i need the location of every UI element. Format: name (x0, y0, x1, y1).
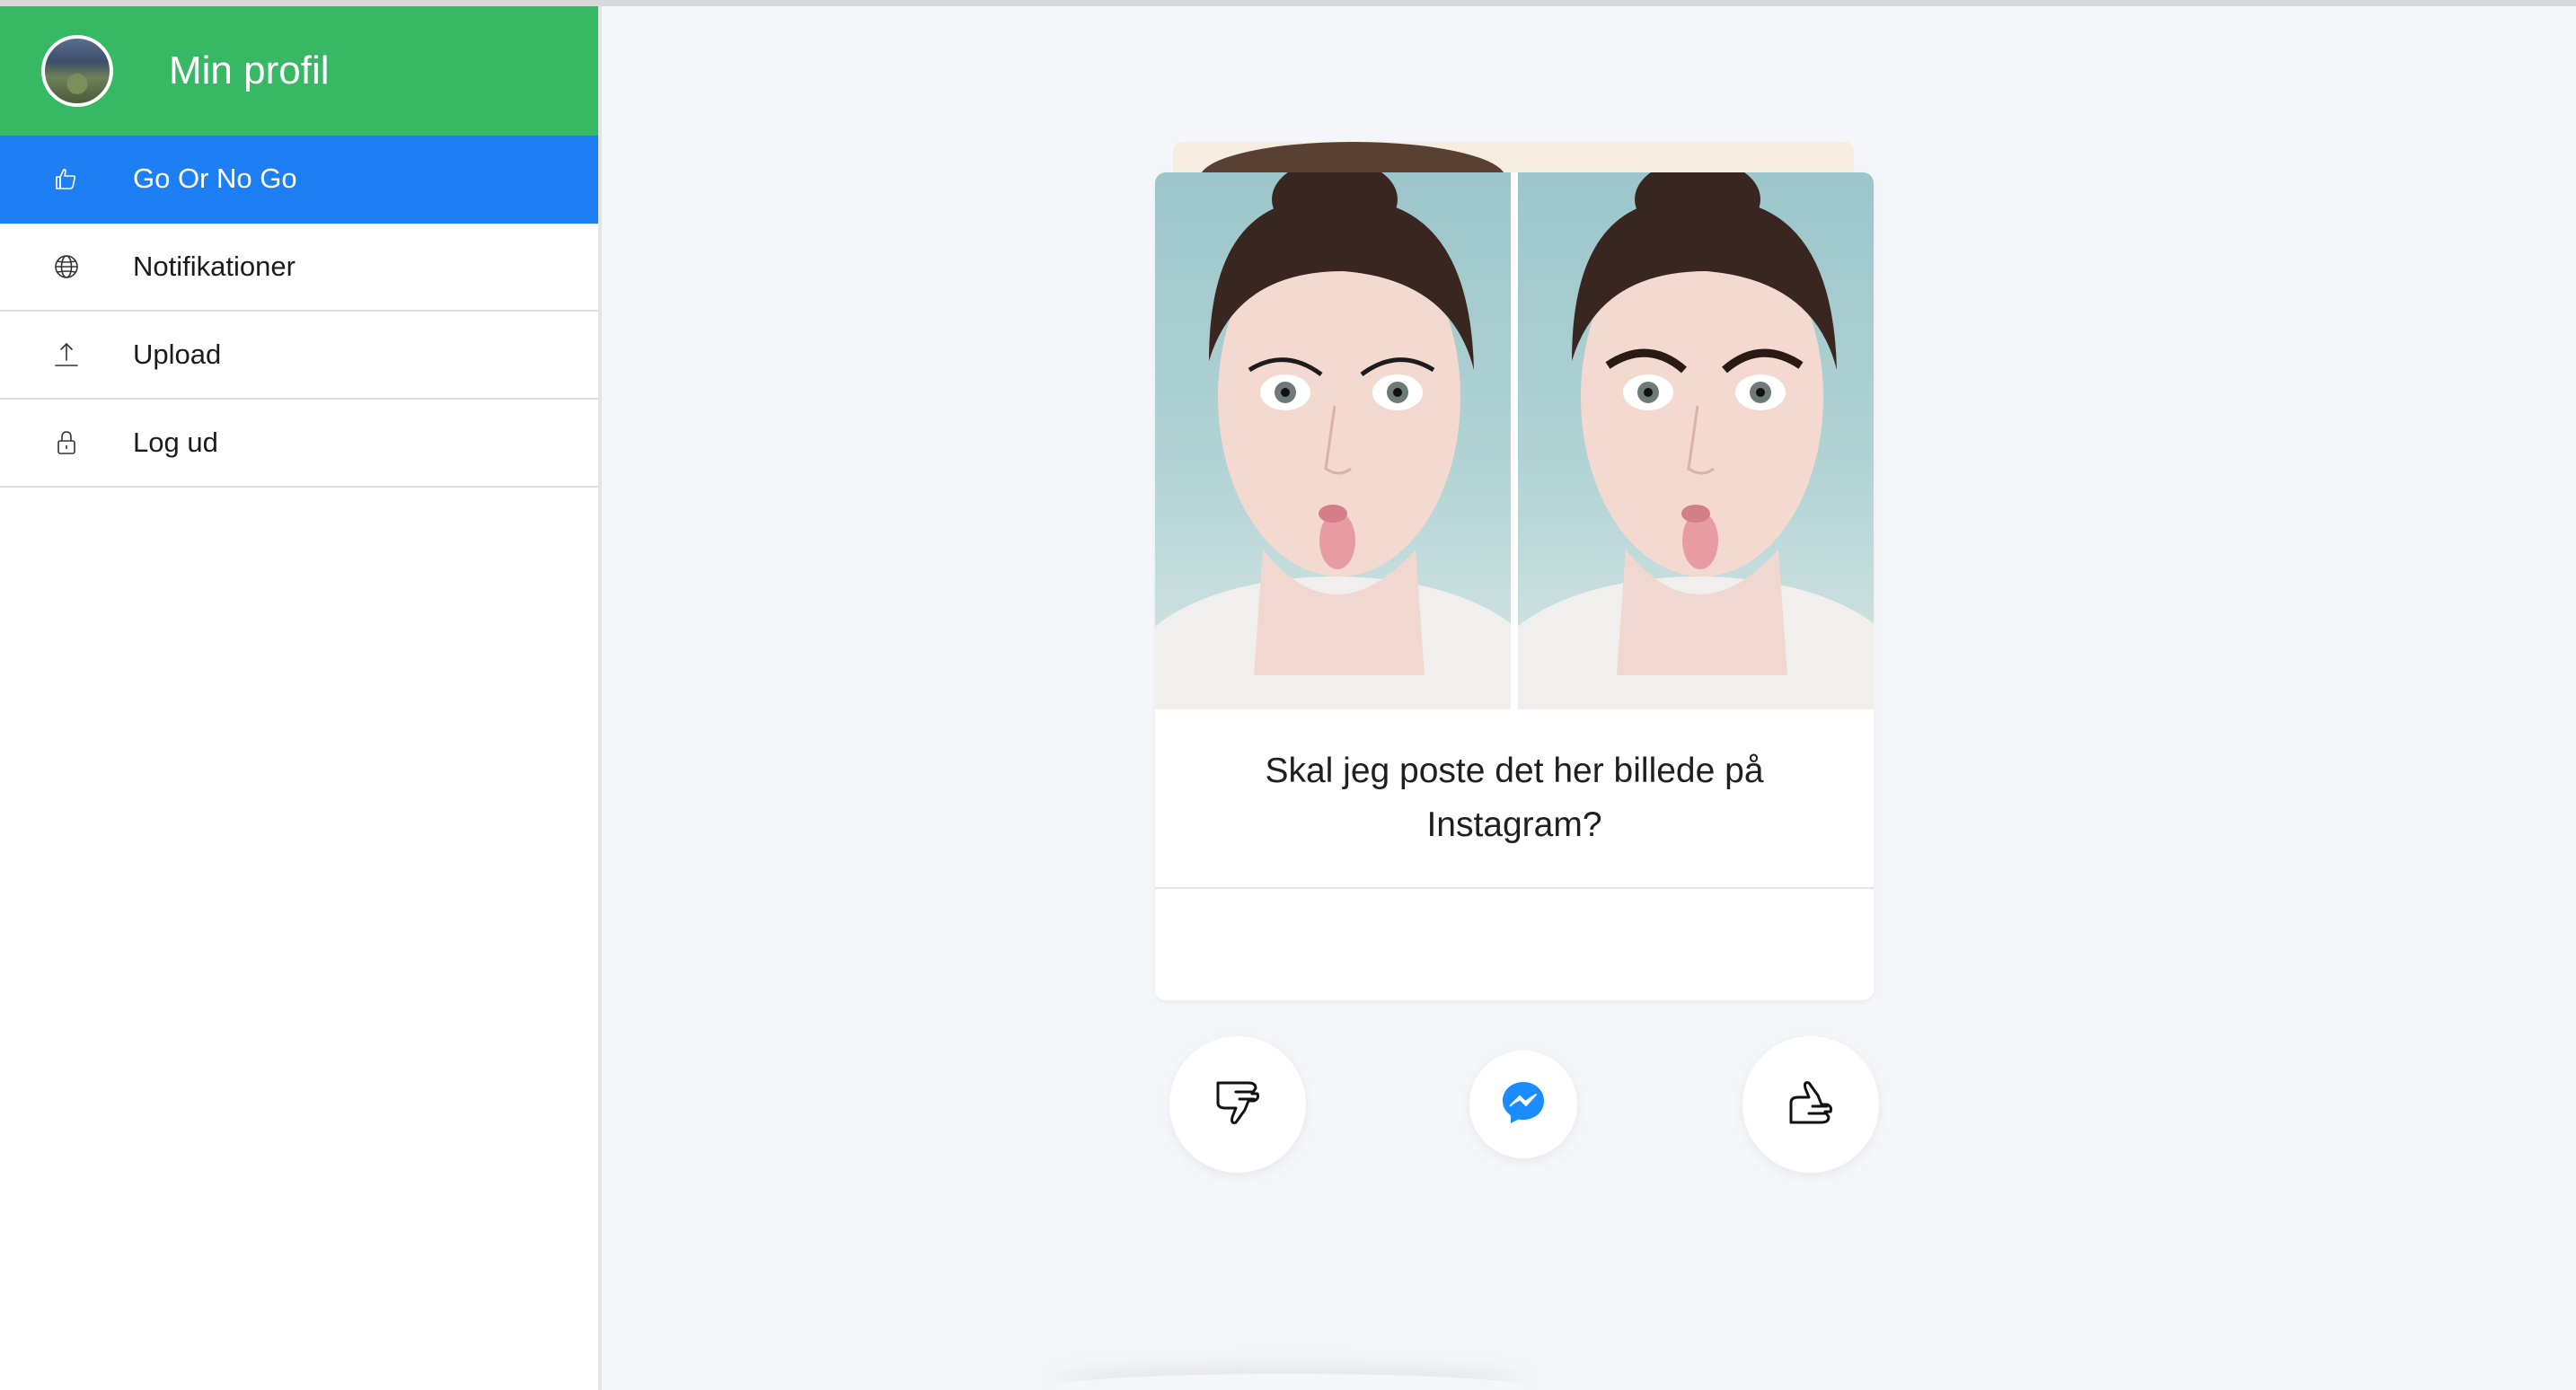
messenger-icon (1499, 1078, 1548, 1131)
profile-name: Min profil (169, 48, 330, 92)
post-question: Skal jeg poste det her billede på Instag… (1155, 709, 1874, 889)
thumbs-up-icon (50, 163, 83, 195)
top-border (0, 0, 2576, 6)
profile-header[interactable]: Min profil (0, 6, 598, 136)
globe-icon (50, 251, 83, 283)
nav-label: Notifikationer (133, 251, 296, 282)
bottom-panel-edge (1051, 1374, 1527, 1390)
nav-item-go-or-no-go[interactable]: Go Or No Go (0, 136, 598, 224)
post-card[interactable]: Skal jeg poste det her billede på Instag… (1155, 172, 1874, 1000)
nav-label: Log ud (133, 427, 218, 458)
avatar[interactable] (41, 35, 113, 107)
nav-item-upload[interactable]: Upload (0, 312, 598, 400)
share-messenger-button[interactable] (1469, 1051, 1577, 1158)
upload-icon (50, 339, 83, 371)
nav-item-log-ud[interactable]: Log ud (0, 400, 598, 488)
nav-label: Go Or No Go (133, 163, 297, 194)
nav-label: Upload (133, 339, 222, 370)
thumbs-down-icon (1209, 1074, 1266, 1136)
lock-icon (50, 427, 83, 459)
like-button[interactable] (1742, 1036, 1879, 1173)
sidebar: Min profil Go Or No Go Notifikationer Up… (0, 6, 602, 1390)
nav-item-notifikationer[interactable]: Notifikationer (0, 224, 598, 312)
dislike-button[interactable] (1169, 1036, 1306, 1173)
thumbs-up-icon (1782, 1074, 1839, 1136)
photo-right (1518, 172, 1874, 709)
photo-comparison (1155, 172, 1874, 709)
photo-left (1155, 172, 1511, 709)
